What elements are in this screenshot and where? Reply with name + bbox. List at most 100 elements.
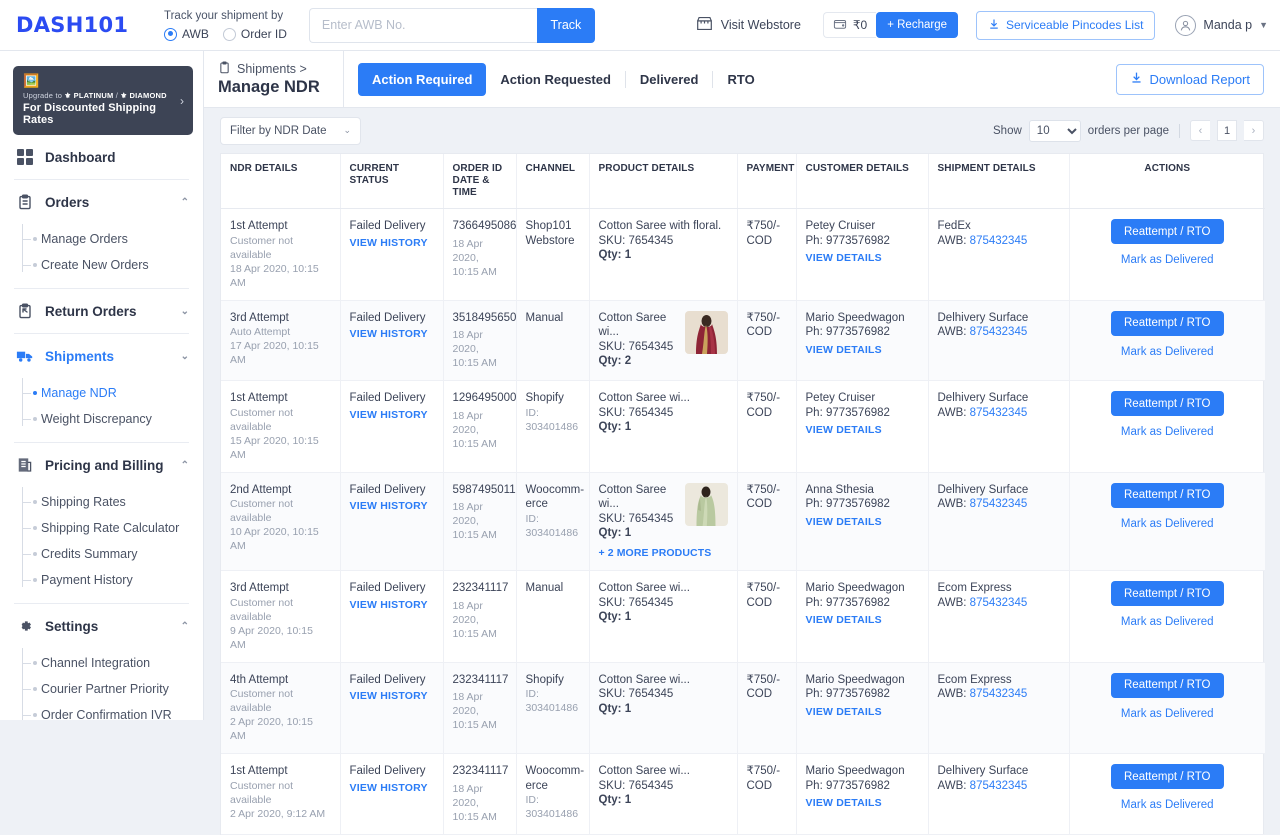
mark-as-delivered-link[interactable]: Mark as Delivered <box>1079 517 1257 532</box>
payment-mode: COD <box>747 325 787 340</box>
cell-shipment-details: FedExAWB: 875432345 <box>928 209 1069 301</box>
product-name: Cotton Saree wi... <box>599 391 728 406</box>
cell-payment: ₹750/-COD <box>737 381 796 473</box>
cell-ndr-details: 3rd AttemptAuto Attempt17 Apr 2020, 10:1… <box>221 300 340 381</box>
reattempt-rto-button[interactable]: Reattempt / RTO <box>1111 673 1224 698</box>
breadcrumb[interactable]: Shipments > <box>218 61 343 77</box>
sidebar-item-return-orders[interactable]: Return Orders⌄ <box>0 289 203 333</box>
user-menu[interactable]: Manda p ▼ <box>1175 15 1268 36</box>
sidebar-item-pricing-and-billing[interactable]: Pricing and Billing⌃ <box>0 443 203 487</box>
mark-as-delivered-link[interactable]: Mark as Delivered <box>1079 425 1257 440</box>
tab-delivered[interactable]: Delivered <box>626 63 713 96</box>
download-report-button[interactable]: Download Report <box>1116 64 1264 95</box>
view-history-link[interactable]: VIEW HISTORY <box>350 689 428 704</box>
mark-as-delivered-link[interactable]: Mark as Delivered <box>1079 707 1257 722</box>
serviceable-pincodes-button[interactable]: Serviceable Pincodes List <box>976 11 1155 40</box>
view-history-link[interactable]: VIEW HISTORY <box>350 327 428 342</box>
view-details-link[interactable]: VIEW DETAILS <box>806 705 882 720</box>
reattempt-rto-button[interactable]: Reattempt / RTO <box>1111 219 1224 244</box>
sidebar-item-payment-history[interactable]: Payment History <box>0 567 203 593</box>
sidebar-item-weight-discrepancy[interactable]: Weight Discrepancy <box>0 406 203 432</box>
awb-number-link[interactable]: 875432345 <box>970 688 1028 700</box>
reattempt-rto-button[interactable]: Reattempt / RTO <box>1111 581 1224 606</box>
awb-number-link[interactable]: 875432345 <box>970 498 1028 510</box>
awb-search-input[interactable] <box>322 18 525 32</box>
cell-channel: Woocomm-erceID: 303401486 <box>516 754 589 835</box>
current-page-button[interactable]: 1 <box>1217 120 1237 141</box>
sidebar-item-settings[interactable]: Settings⌃ <box>0 604 203 648</box>
view-details-link[interactable]: VIEW DETAILS <box>806 796 882 811</box>
sidebar-item-dashboard[interactable]: Dashboard <box>0 135 203 179</box>
mark-as-delivered-link[interactable]: Mark as Delivered <box>1079 798 1257 813</box>
status-text: Failed Delivery <box>350 311 434 326</box>
mark-as-delivered-link[interactable]: Mark as Delivered <box>1079 345 1257 360</box>
sidebar-item-shipping-rate-calculator[interactable]: Shipping Rate Calculator <box>0 515 203 541</box>
sidebar-subitems-settings: Channel IntegrationCourier Partner Prior… <box>0 648 203 720</box>
sidebar-item-order-confirmation-ivr[interactable]: Order Confirmation IVR <box>0 702 203 720</box>
awb-number-link[interactable]: 875432345 <box>970 597 1028 609</box>
order-time: 10:15 AM <box>453 718 507 732</box>
sidebar-item-manage-ndr[interactable]: Manage NDR <box>0 380 203 406</box>
sidebar-item-orders[interactable]: Orders⌃ <box>0 180 203 224</box>
customer-phone: Ph: 9773576982 <box>806 779 919 794</box>
tab-action-requested[interactable]: Action Requested <box>486 63 625 96</box>
awb-number-link[interactable]: 875432345 <box>970 780 1028 792</box>
sidebar-item-label: Pricing and Billing <box>45 458 164 473</box>
upgrade-promo-banner[interactable]: 🖼️ Upgrade to ⚜ PLATINUM / ⚜ DIAMOND For… <box>13 66 193 135</box>
view-details-link[interactable]: VIEW DETAILS <box>806 343 882 358</box>
cell-product-details: Cotton Saree wi...SKU: 7654345Qty: 1 <box>589 381 737 473</box>
mark-as-delivered-link[interactable]: Mark as Delivered <box>1079 253 1257 268</box>
view-details-link[interactable]: VIEW DETAILS <box>806 515 882 530</box>
radio-awb[interactable]: AWB <box>164 27 209 41</box>
tab-list: Action RequiredAction RequestedDelivered… <box>358 63 769 96</box>
sidebar-item-shipments[interactable]: Shipments⌄ <box>0 334 203 378</box>
view-history-link[interactable]: VIEW HISTORY <box>350 598 428 613</box>
view-history-link[interactable]: VIEW HISTORY <box>350 236 428 251</box>
clipboard-icon <box>16 193 34 211</box>
product-thumbnail <box>685 483 728 526</box>
awb-number-link[interactable]: 875432345 <box>970 326 1028 338</box>
track-button[interactable]: Track <box>537 8 595 43</box>
ndr-attempt: 4th Attempt <box>230 673 331 688</box>
view-details-link[interactable]: VIEW DETAILS <box>806 423 882 438</box>
chevron-down-icon: ▼ <box>1259 20 1268 30</box>
awb-number-link[interactable]: 875432345 <box>970 407 1028 419</box>
track-shipment-group: Track your shipment by AWB Order ID <box>164 9 287 41</box>
more-products-link[interactable]: + 2 MORE PRODUCTS <box>599 546 728 561</box>
view-history-link[interactable]: VIEW HISTORY <box>350 499 428 514</box>
sidebar-item-channel-integration[interactable]: Channel Integration <box>0 650 203 676</box>
reattempt-rto-button[interactable]: Reattempt / RTO <box>1111 483 1224 508</box>
awb-number-link[interactable]: 875432345 <box>970 235 1028 247</box>
sidebar-item-courier-partner-priority[interactable]: Courier Partner Priority <box>0 676 203 702</box>
recharge-button[interactable]: + Recharge <box>876 12 958 38</box>
mark-as-delivered-link[interactable]: Mark as Delivered <box>1079 615 1257 630</box>
radio-order-id[interactable]: Order ID <box>223 27 287 41</box>
sidebar-item-shipping-rates[interactable]: Shipping Rates <box>0 489 203 515</box>
view-history-link[interactable]: VIEW HISTORY <box>350 408 428 423</box>
per-page-select[interactable]: 102050100 <box>1029 120 1081 142</box>
sidebar-item-credits-summary[interactable]: Credits Summary <box>0 541 203 567</box>
view-details-link[interactable]: VIEW DETAILS <box>806 613 882 628</box>
next-page-button[interactable]: › <box>1244 120 1264 141</box>
clipboard-icon <box>218 61 231 77</box>
download-report-label: Download Report <box>1150 72 1250 87</box>
reattempt-rto-button[interactable]: Reattempt / RTO <box>1111 764 1224 789</box>
view-history-link[interactable]: VIEW HISTORY <box>350 781 428 796</box>
customer-name: Anna Sthesia <box>806 483 919 498</box>
reattempt-rto-button[interactable]: Reattempt / RTO <box>1111 391 1224 416</box>
brand-logo[interactable]: DASH101 <box>16 13 156 37</box>
wallet-balance[interactable]: ₹0 <box>823 12 876 38</box>
cell-customer-details: Mario SpeedwagonPh: 9773576982VIEW DETAI… <box>796 300 928 381</box>
view-details-link[interactable]: VIEW DETAILS <box>806 251 882 266</box>
reattempt-rto-button[interactable]: Reattempt / RTO <box>1111 311 1224 336</box>
visit-webstore-link[interactable]: Visit Webstore <box>696 15 801 35</box>
tab-action-required[interactable]: Action Required <box>358 63 486 96</box>
awb-line: AWB: 875432345 <box>938 497 1060 512</box>
filter-by-ndr-date-button[interactable]: Filter by NDR Date ⌄ <box>220 117 361 145</box>
sidebar-item-manage-orders[interactable]: Manage Orders <box>0 226 203 252</box>
product-sku: SKU: 7654345 <box>599 779 728 794</box>
sidebar-item-create-new-orders[interactable]: Create New Orders <box>0 252 203 278</box>
tab-rto[interactable]: RTO <box>713 63 768 96</box>
cell-channel: Manual <box>516 300 589 381</box>
prev-page-button[interactable]: ‹ <box>1190 120 1210 141</box>
